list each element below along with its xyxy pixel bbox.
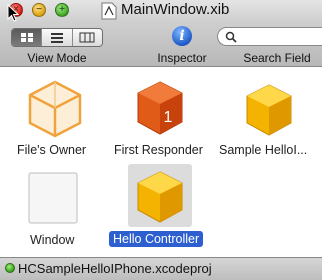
object-label-selected[interactable]: Hello Controller: [109, 231, 204, 247]
object-window[interactable]: [28, 172, 78, 227]
object-first-responder-label-wrap: First Responder: [114, 143, 203, 157]
list-view-button[interactable]: [42, 29, 73, 46]
title-bar: × − + MainWindow.xib: [0, 0, 322, 22]
transparent-cube-icon: [28, 80, 82, 138]
object-files-owner-label-wrap: File's Owner: [17, 143, 86, 157]
window-title: MainWindow.xib: [121, 1, 230, 18]
inspector-label: Inspector: [157, 51, 207, 65]
status-bar: HCSampleHelloIPhone.xcodeproj: [0, 257, 322, 280]
search-icon: [225, 31, 237, 43]
icon-grid-icon: [20, 33, 33, 42]
inspector-button[interactable]: i: [172, 26, 192, 46]
window-icon: [28, 172, 78, 224]
zoom-button[interactable]: +: [55, 3, 69, 17]
view-mode-control[interactable]: [11, 28, 103, 47]
object-window-label-wrap: Window: [30, 233, 74, 247]
minimize-icon: −: [36, 4, 42, 15]
toolbar: View Mode i Inspector Search Field: [0, 22, 322, 67]
yellow-cube-icon: [137, 171, 183, 223]
minimize-button[interactable]: −: [32, 3, 46, 17]
zoom-icon: +: [59, 4, 65, 15]
project-status-icon: [5, 263, 15, 273]
object-hello-controller[interactable]: [136, 170, 184, 227]
object-hello-controller-label-wrap: Hello Controller: [109, 231, 204, 247]
list-icon: [50, 33, 63, 43]
columns-icon: [79, 32, 95, 43]
object-label: File's Owner: [17, 143, 87, 157]
xib-document-icon: [101, 2, 117, 20]
object-sample-hello-label-wrap: Sample HelloI...: [219, 143, 307, 157]
icon-view-button[interactable]: [12, 29, 43, 46]
object-label: Window: [30, 233, 75, 247]
red-cube-icon: 1: [137, 81, 183, 135]
search-input[interactable]: [217, 27, 322, 46]
project-name[interactable]: HCSampleHelloIPhone.xcodeproj: [18, 261, 212, 276]
mouse-pointer-icon: [7, 4, 19, 22]
object-sample-hello[interactable]: [245, 83, 293, 140]
search-field-label: Search Field: [243, 51, 311, 65]
view-mode-label: View Mode: [27, 51, 87, 65]
object-label: Sample HelloI...: [219, 143, 308, 157]
yellow-cube-icon: [246, 84, 292, 136]
column-view-button[interactable]: [73, 29, 102, 46]
info-icon: i: [179, 28, 185, 44]
object-first-responder[interactable]: 1: [136, 80, 184, 141]
object-label: First Responder: [114, 143, 203, 157]
responder-badge: 1: [164, 109, 173, 126]
